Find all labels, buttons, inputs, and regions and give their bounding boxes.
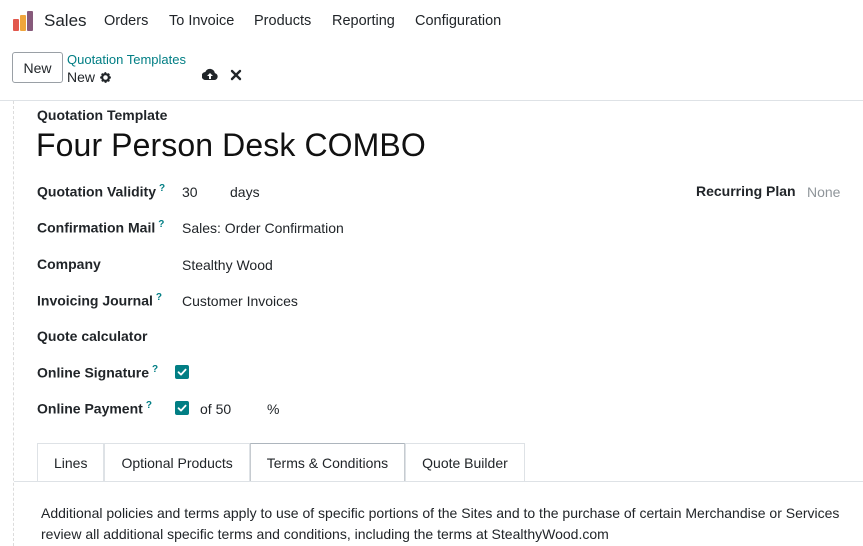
help-tooltip-icon[interactable]: ? — [156, 292, 162, 303]
confirmation-mail-select[interactable]: Sales: Order Confirmation — [182, 220, 344, 236]
prepayment-percent-input[interactable]: of 50 — [200, 401, 231, 417]
recurring-plan-label: Recurring Plan — [696, 183, 796, 199]
quotation-validity-input[interactable]: 30 — [182, 184, 198, 200]
online-signature-label-text: Online Signature — [37, 364, 150, 381]
invoicing-journal-select[interactable]: Customer Invoices — [182, 293, 298, 309]
form-label: Quotation Template — [37, 107, 168, 123]
online-payment-label: Online Payment? — [37, 400, 152, 417]
invoicing-journal-label-text: Invoicing Journal — [37, 292, 153, 309]
company-label: Company — [37, 256, 101, 272]
online-payment-checkbox[interactable] — [175, 401, 189, 415]
quote-calculator-label: Quote calculator — [37, 328, 148, 344]
terms-line: review all additional specific terms and… — [41, 526, 609, 542]
menu-item-configuration[interactable]: Configuration — [415, 13, 501, 29]
help-tooltip-icon[interactable]: ? — [158, 219, 164, 230]
terms-and-conditions-editor[interactable]: Additional policies and terms apply to u… — [41, 503, 863, 545]
company-select[interactable]: Stealthy Wood — [182, 257, 273, 273]
online-signature-checkbox[interactable] — [175, 365, 189, 379]
tabs-bottom-border — [14, 481, 863, 482]
sales-app-icon[interactable] — [12, 10, 34, 32]
help-tooltip-icon[interactable]: ? — [159, 183, 165, 194]
app-name[interactable]: Sales — [44, 11, 87, 31]
quotation-validity-label: Quotation Validity? — [37, 183, 165, 200]
quotation-validity-label-text: Quotation Validity — [37, 183, 157, 200]
menu-item-to-invoice[interactable]: To Invoice — [169, 13, 234, 29]
tab-terms-and-conditions[interactable]: Terms & Conditions — [249, 443, 406, 481]
gear-icon[interactable] — [99, 71, 112, 84]
terms-line: Additional policies and terms apply to u… — [41, 505, 840, 521]
menu-item-reporting[interactable]: Reporting — [332, 13, 395, 29]
recurring-plan-select[interactable]: None — [807, 184, 840, 200]
help-tooltip-icon[interactable]: ? — [146, 400, 152, 411]
new-button[interactable]: New — [12, 52, 63, 83]
breadcrumb-parent[interactable]: Quotation Templates — [67, 52, 186, 67]
sheet-divider — [0, 100, 863, 101]
breadcrumb-current-label: New — [67, 69, 96, 85]
menu-item-products[interactable]: Products — [254, 13, 311, 29]
top-navbar: Sales Orders To Invoice Products Reporti… — [0, 0, 863, 42]
sheet-left-border — [13, 101, 14, 546]
breadcrumb-current: New — [67, 69, 112, 85]
help-tooltip-icon[interactable]: ? — [152, 364, 158, 375]
online-payment-label-text: Online Payment — [37, 400, 143, 417]
tab-optional-products[interactable]: Optional Products — [104, 443, 250, 481]
tab-quote-builder[interactable]: Quote Builder — [405, 443, 525, 481]
check-icon — [177, 368, 187, 376]
invoicing-journal-label: Invoicing Journal? — [37, 292, 162, 309]
check-icon — [177, 404, 187, 412]
tab-lines[interactable]: Lines — [37, 443, 105, 481]
cloud-upload-icon[interactable] — [202, 68, 218, 82]
close-icon[interactable] — [230, 69, 242, 81]
confirmation-mail-label: Confirmation Mail? — [37, 219, 164, 236]
prepayment-percent-unit: % — [267, 401, 280, 417]
online-signature-label: Online Signature? — [37, 364, 158, 381]
template-name-field[interactable]: Four Person Desk COMBO — [36, 127, 426, 164]
confirmation-mail-label-text: Confirmation Mail — [37, 219, 156, 236]
menu-item-orders[interactable]: Orders — [104, 13, 148, 29]
validity-unit: days — [230, 184, 260, 200]
notebook-tabs: Lines Optional Products Terms & Conditio… — [37, 443, 525, 481]
